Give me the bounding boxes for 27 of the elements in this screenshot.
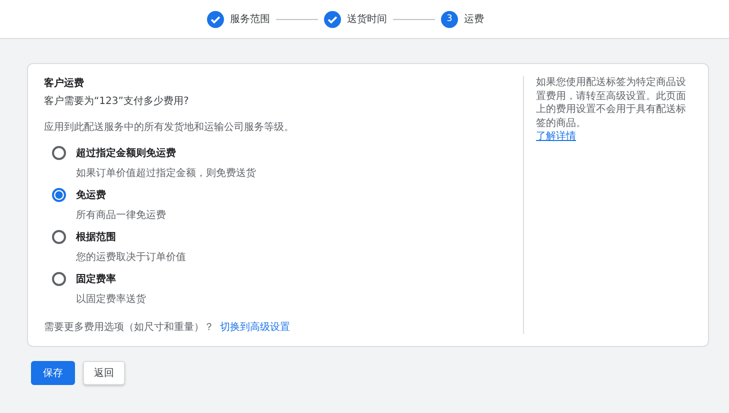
more-options-text: 需要更多费用选项（如尺寸和重量）？ bbox=[44, 320, 214, 334]
option-label[interactable]: 根据范围 bbox=[76, 230, 186, 244]
section-title: 客户运费 bbox=[44, 76, 85, 90]
step-label: 送货时间 bbox=[347, 12, 387, 26]
option-label[interactable]: 超过指定金额则免运费 bbox=[76, 146, 256, 160]
option-label[interactable]: 固定费率 bbox=[76, 272, 146, 286]
radio-button[interactable] bbox=[52, 188, 66, 202]
save-button[interactable]: 保存 bbox=[31, 361, 75, 385]
step-label: 服务范围 bbox=[230, 12, 270, 26]
note-text: 如果您使用配送标签为特定商品设置费用，请转至高级设置。此页面上的费用设置不会用于具有配送标签的商品。 bbox=[536, 76, 687, 130]
option-hint: 以固定费率送货 bbox=[76, 292, 146, 306]
step-connector bbox=[393, 18, 435, 20]
step-label: 运费 bbox=[464, 12, 484, 26]
radio-button[interactable] bbox=[52, 230, 66, 244]
radio-button[interactable] bbox=[52, 272, 66, 286]
option-hint: 您的运费取决于订单价值 bbox=[76, 250, 186, 264]
description-text: 应用到此配送服务中的所有发货地和运输公司服务等级。 bbox=[44, 120, 295, 134]
option-hint: 所有商品一律免运费 bbox=[76, 208, 166, 222]
learn-more-link[interactable]: 了解详情 bbox=[536, 131, 576, 142]
step-number: 3 bbox=[441, 10, 458, 28]
option-label[interactable]: 免运费 bbox=[76, 188, 166, 202]
option-hint: 如果订单价值超过指定金额，则免费送货 bbox=[76, 166, 256, 180]
question-text: 客户需要为“123”支付多少费用? bbox=[44, 94, 190, 108]
step-connector bbox=[276, 18, 318, 20]
advanced-settings-link[interactable]: 切换到高级设置 bbox=[220, 320, 290, 334]
back-button[interactable]: 返回 bbox=[83, 361, 125, 385]
radio-button[interactable] bbox=[52, 146, 66, 160]
